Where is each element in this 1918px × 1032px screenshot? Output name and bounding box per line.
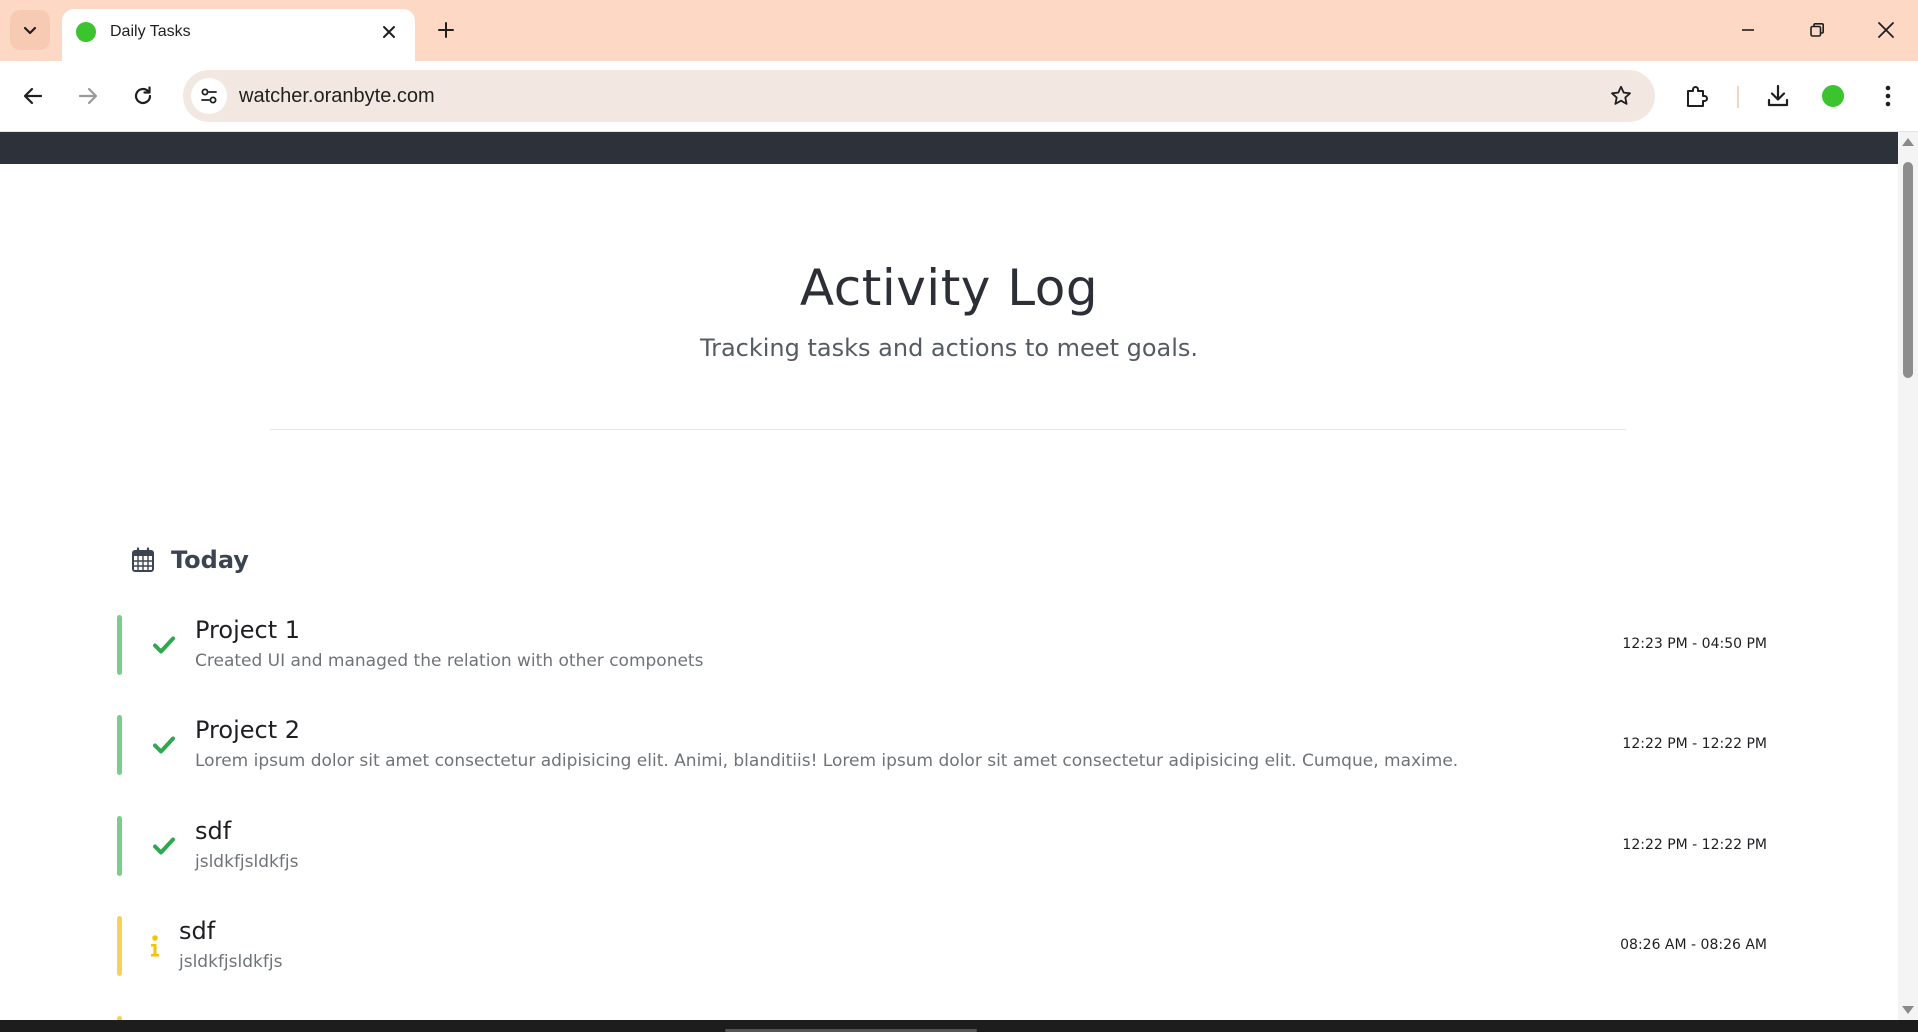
entry-title: Project 1	[195, 616, 301, 644]
extensions-button[interactable]	[1677, 76, 1717, 116]
section-label: Today	[171, 546, 249, 574]
reload-button[interactable]	[123, 76, 163, 116]
arrow-left-icon	[23, 87, 43, 105]
scrollbar-thumb[interactable]	[1903, 162, 1913, 378]
arrow-right-icon	[78, 87, 98, 105]
profile-avatar-icon	[1822, 85, 1844, 107]
entry-status-bar	[117, 916, 122, 976]
plus-icon	[438, 22, 454, 38]
entry-status-bar	[117, 715, 122, 775]
url-text[interactable]: watcher.oranbyte.com	[239, 84, 435, 108]
entry-description: jsldkfjsldkfjs	[195, 852, 299, 872]
activity-entry[interactable]: sdf jsldkfjsldkfjs 08:26 AM - 08:26 AM	[117, 916, 1767, 976]
new-tab-button[interactable]	[430, 14, 462, 46]
page-subtitle: Tracking tasks and actions to meet goals…	[699, 334, 1199, 362]
page-top-navbar	[0, 132, 1898, 164]
restore-button[interactable]	[1797, 10, 1837, 50]
browser-tab-active[interactable]: Daily Tasks	[62, 9, 415, 61]
minimize-icon	[1742, 29, 1754, 31]
restore-icon	[1810, 23, 1824, 37]
calendar-icon	[132, 547, 154, 572]
scroll-down-arrow-icon[interactable]	[1902, 1006, 1914, 1014]
site-info-button[interactable]	[191, 78, 227, 114]
entry-title: Project 2	[195, 716, 301, 744]
header-divider	[270, 429, 1626, 430]
browser-tab-bar: Daily Tasks	[0, 0, 1918, 61]
entry-status-bar	[117, 816, 122, 876]
tab-close-button[interactable]	[377, 20, 401, 44]
tune-icon	[201, 88, 217, 104]
chevron-down-icon	[23, 26, 37, 35]
forward-button[interactable]	[68, 76, 108, 116]
back-button[interactable]	[13, 76, 53, 116]
entry-title: sdf	[179, 917, 216, 945]
check-icon	[150, 832, 178, 860]
entry-status-bar	[117, 615, 122, 675]
activity-entry[interactable]: Project 1 Created UI and managed the rel…	[117, 615, 1767, 675]
profile-button[interactable]	[1813, 76, 1853, 116]
minimize-button[interactable]	[1728, 10, 1768, 50]
puzzle-icon	[1687, 86, 1708, 107]
activity-entry[interactable]: sdf jsldkfjsldkfjs 12:22 PM - 12:22 PM	[117, 816, 1767, 876]
activity-entry[interactable]: Project 2 Lorem ipsum dolor sit amet con…	[117, 715, 1767, 775]
scroll-up-arrow-icon[interactable]	[1902, 138, 1914, 146]
close-window-button[interactable]	[1866, 10, 1906, 50]
close-icon	[383, 26, 395, 38]
downloads-button[interactable]	[1758, 76, 1798, 116]
tab-favicon-icon	[76, 22, 96, 42]
download-icon	[1767, 84, 1789, 107]
check-icon	[150, 631, 178, 659]
entry-time: 12:23 PM - 04:50 PM	[1622, 636, 1767, 652]
reload-icon	[134, 86, 152, 105]
page-title: Activity Log	[799, 259, 1099, 317]
tab-title: Daily Tasks	[110, 23, 191, 40]
entry-time: 08:26 AM - 08:26 AM	[1620, 937, 1767, 953]
entry-description: jsldkfjsldkfjs	[179, 952, 283, 972]
entry-time: 12:22 PM - 12:22 PM	[1622, 837, 1767, 853]
entry-description: Created UI and managed the relation with…	[195, 651, 704, 671]
browser-toolbar: watcher.oranbyte.com	[0, 61, 1918, 132]
toolbar-separator	[1737, 86, 1739, 108]
star-icon	[1611, 85, 1631, 105]
entry-description: Lorem ipsum dolor sit amet consectetur a…	[195, 751, 1459, 771]
tab-search-button[interactable]	[10, 10, 50, 50]
check-icon	[150, 731, 178, 759]
info-icon	[141, 932, 169, 960]
browser-menu-button[interactable]	[1868, 76, 1908, 116]
entry-title: sdf	[195, 817, 232, 845]
page-scrollbar[interactable]	[1898, 132, 1918, 1020]
close-icon	[1878, 22, 1894, 38]
bookmark-button[interactable]	[1603, 78, 1639, 114]
page-viewport: Activity Log Tracking tasks and actions …	[0, 132, 1898, 1020]
address-bar[interactable]: watcher.oranbyte.com	[183, 70, 1655, 122]
more-vert-icon	[1885, 85, 1891, 107]
entry-time: 12:22 PM - 12:22 PM	[1622, 736, 1767, 752]
section-header-today: Today	[131, 542, 249, 578]
